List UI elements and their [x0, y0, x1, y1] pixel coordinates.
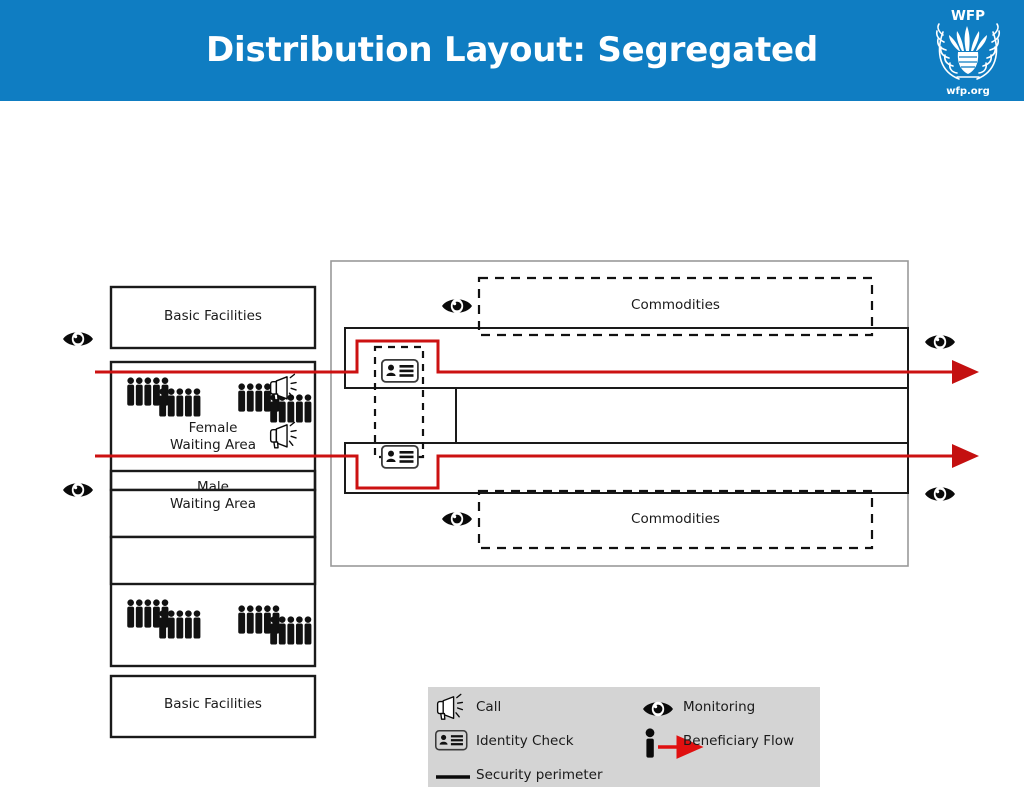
- legend-eye-icon: [643, 701, 673, 717]
- box-corridor-lower: [109, 535, 317, 586]
- crowd-icon-male-right: [238, 605, 312, 645]
- legend-label-monitoring: Monitoring: [683, 699, 756, 715]
- legend-label-identity-check: Identity Check: [476, 733, 574, 749]
- crowd-icon-male-left: [127, 599, 201, 639]
- logo-top-text: WFP: [951, 8, 985, 24]
- id-card-icon-bottom: [380, 444, 419, 469]
- legend-label-beneficiary-flow: Beneficiary Flow: [683, 733, 795, 749]
- legend-megaphone-icon: [436, 693, 464, 720]
- eye-icon-commodities-bottom: [442, 511, 472, 527]
- eye-icon-left-bottom: [63, 482, 93, 498]
- legend-person-arrow-icon: [645, 728, 704, 759]
- id-card-icon-top: [380, 358, 419, 383]
- legend-label-security-perimeter: Security perimeter: [476, 767, 603, 783]
- label-female-waiting-area: Female Waiting Area: [169, 420, 257, 453]
- legend-id-card-icon: [434, 729, 468, 751]
- eye-icon-left-top: [63, 331, 93, 347]
- box-distribution-lane-middle: [455, 387, 909, 444]
- box-distribution-lane-top: [344, 327, 909, 389]
- eye-icon-right-top: [925, 334, 955, 350]
- distribution-layout-diagram: Basic Facilities Female Waiting Area Mal…: [0, 101, 1024, 787]
- label-commodities-top: Commodities: [631, 297, 720, 313]
- page-title: Distribution Layout: Segregated: [205, 30, 819, 70]
- legend-label-call: Call: [476, 699, 502, 715]
- wfp-logo: WFP wfp.org: [935, 8, 1001, 97]
- label-male-waiting-area: Male Waiting Area: [169, 479, 257, 512]
- page-header: Distribution Layout: Segregated WFP wfp.…: [0, 0, 1024, 101]
- legend-panel: Call Identity Check Security perimeter M…: [428, 687, 820, 787]
- label-basic-facilities-top: Basic Facilities: [164, 308, 262, 324]
- box-distribution-lane-bottom: [344, 442, 909, 494]
- eye-icon-commodities-top: [442, 298, 472, 314]
- label-commodities-bottom: Commodities: [631, 511, 720, 527]
- logo-bottom-text: wfp.org: [946, 86, 990, 97]
- eye-icon-right-bottom: [925, 486, 955, 502]
- label-basic-facilities-bottom: Basic Facilities: [164, 696, 262, 712]
